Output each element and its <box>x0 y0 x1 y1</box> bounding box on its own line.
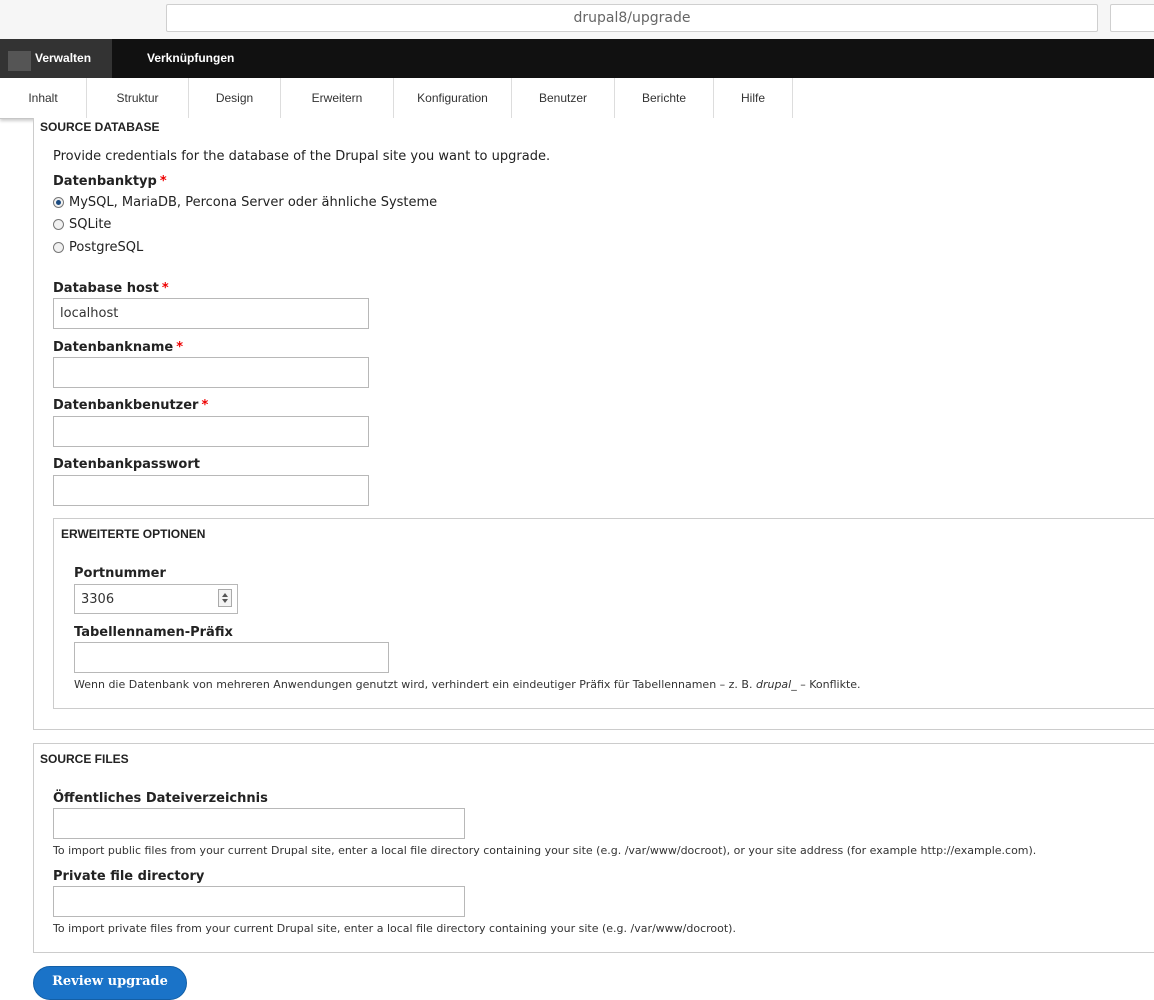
required-marker: * <box>176 340 184 355</box>
private-directory-description: To import private files from your curren… <box>53 922 736 935</box>
source-database-intro: Provide credentials for the database of … <box>53 149 551 164</box>
table-prefix-input[interactable] <box>74 642 389 673</box>
database-host-label-text: Database host <box>53 281 159 296</box>
toolbar-manage-label: Verwalten <box>35 51 92 65</box>
browser-bar: drupal8/upgrade <box>0 0 1154 39</box>
table-prefix-label: Tabellennamen-Präfix <box>74 625 233 640</box>
tray-item-content[interactable]: Inhalt <box>0 78 87 118</box>
db-type-option-label: SQLite <box>69 217 112 232</box>
database-user-input[interactable] <box>53 416 369 447</box>
search-box[interactable] <box>1110 4 1154 32</box>
private-directory-label: Private file directory <box>53 869 205 884</box>
db-type-label: Datenbanktyp * <box>53 174 167 189</box>
stepper-arrows-icon[interactable] <box>218 589 232 607</box>
advanced-options-legend: ERWEITERTE OPTIONEN <box>61 527 206 541</box>
menu-icon <box>8 51 31 71</box>
database-name-input[interactable] <box>53 357 369 388</box>
toolbar-manage[interactable]: Verwalten <box>0 39 112 78</box>
tray-item-structure[interactable]: Struktur <box>87 78 189 118</box>
public-directory-description: To import public files from your current… <box>53 844 1037 857</box>
public-directory-input[interactable] <box>53 808 465 839</box>
port-label: Portnummer <box>74 566 166 581</box>
database-password-input[interactable] <box>53 475 369 506</box>
tray-item-configuration[interactable]: Konfiguration <box>394 78 512 118</box>
database-password-label: Datenbankpasswort <box>53 457 200 472</box>
required-marker: * <box>161 281 169 296</box>
db-type-label-text: Datenbanktyp <box>53 174 157 189</box>
database-user-label-text: Datenbankbenutzer <box>53 398 199 413</box>
database-name-label: Datenbankname * <box>53 340 183 355</box>
prefix-desc-part: Wenn die Datenbank von mehreren Anwendun… <box>74 678 756 691</box>
database-user-label: Datenbankbenutzer * <box>53 398 208 413</box>
port-stepper[interactable] <box>74 584 238 614</box>
source-files-legend: SOURCE FILES <box>40 752 129 766</box>
db-type-option-label: MySQL, MariaDB, Percona Server oder ähnl… <box>69 195 438 210</box>
toolbar-shortcuts-label: Verknüpfungen <box>147 51 235 65</box>
toolbar-tray: Inhalt Struktur Design Erweitern Konfigu… <box>0 78 1154 119</box>
tray-item-people[interactable]: Benutzer <box>512 78 615 118</box>
public-directory-label: Öffentliches Dateiverzeichnis <box>53 791 268 806</box>
review-upgrade-button[interactable]: Review upgrade <box>33 966 187 1000</box>
tray-item-reports[interactable]: Berichte <box>615 78 714 118</box>
private-directory-input[interactable] <box>53 886 465 917</box>
required-marker: * <box>159 174 167 189</box>
db-type-option-label: PostgreSQL <box>69 240 144 255</box>
tray-item-appearance[interactable]: Design <box>189 78 281 118</box>
radio-selected[interactable] <box>53 197 64 208</box>
database-host-input[interactable] <box>53 298 369 329</box>
toolbar-shortcuts[interactable]: Verknüpfungen <box>147 39 234 78</box>
database-name-label-text: Datenbankname <box>53 340 174 355</box>
table-prefix-description: Wenn die Datenbank von mehreren Anwendun… <box>74 678 861 691</box>
tray-item-help[interactable]: Hilfe <box>714 78 793 118</box>
required-marker: * <box>201 398 209 413</box>
db-type-option-sqlite[interactable]: SQLite <box>53 217 111 232</box>
prefix-example: drupal_ <box>755 678 797 691</box>
db-type-option-mysql[interactable]: MySQL, MariaDB, Percona Server oder ähnl… <box>53 195 437 210</box>
port-stepper-wrap <box>74 584 238 614</box>
db-type-option-postgresql[interactable]: PostgreSQL <box>53 240 143 255</box>
radio-unselected[interactable] <box>53 242 64 253</box>
address-bar[interactable]: drupal8/upgrade <box>166 4 1098 32</box>
database-host-label: Database host * <box>53 281 169 296</box>
radio-unselected[interactable] <box>53 219 64 230</box>
admin-toolbar: Verwalten Verknüpfungen <box>0 39 1154 78</box>
tray-item-extend[interactable]: Erweitern <box>281 78 394 118</box>
prefix-desc-part: – Konflikte. <box>796 678 861 691</box>
source-database-legend: SOURCE DATABASE <box>40 120 160 134</box>
